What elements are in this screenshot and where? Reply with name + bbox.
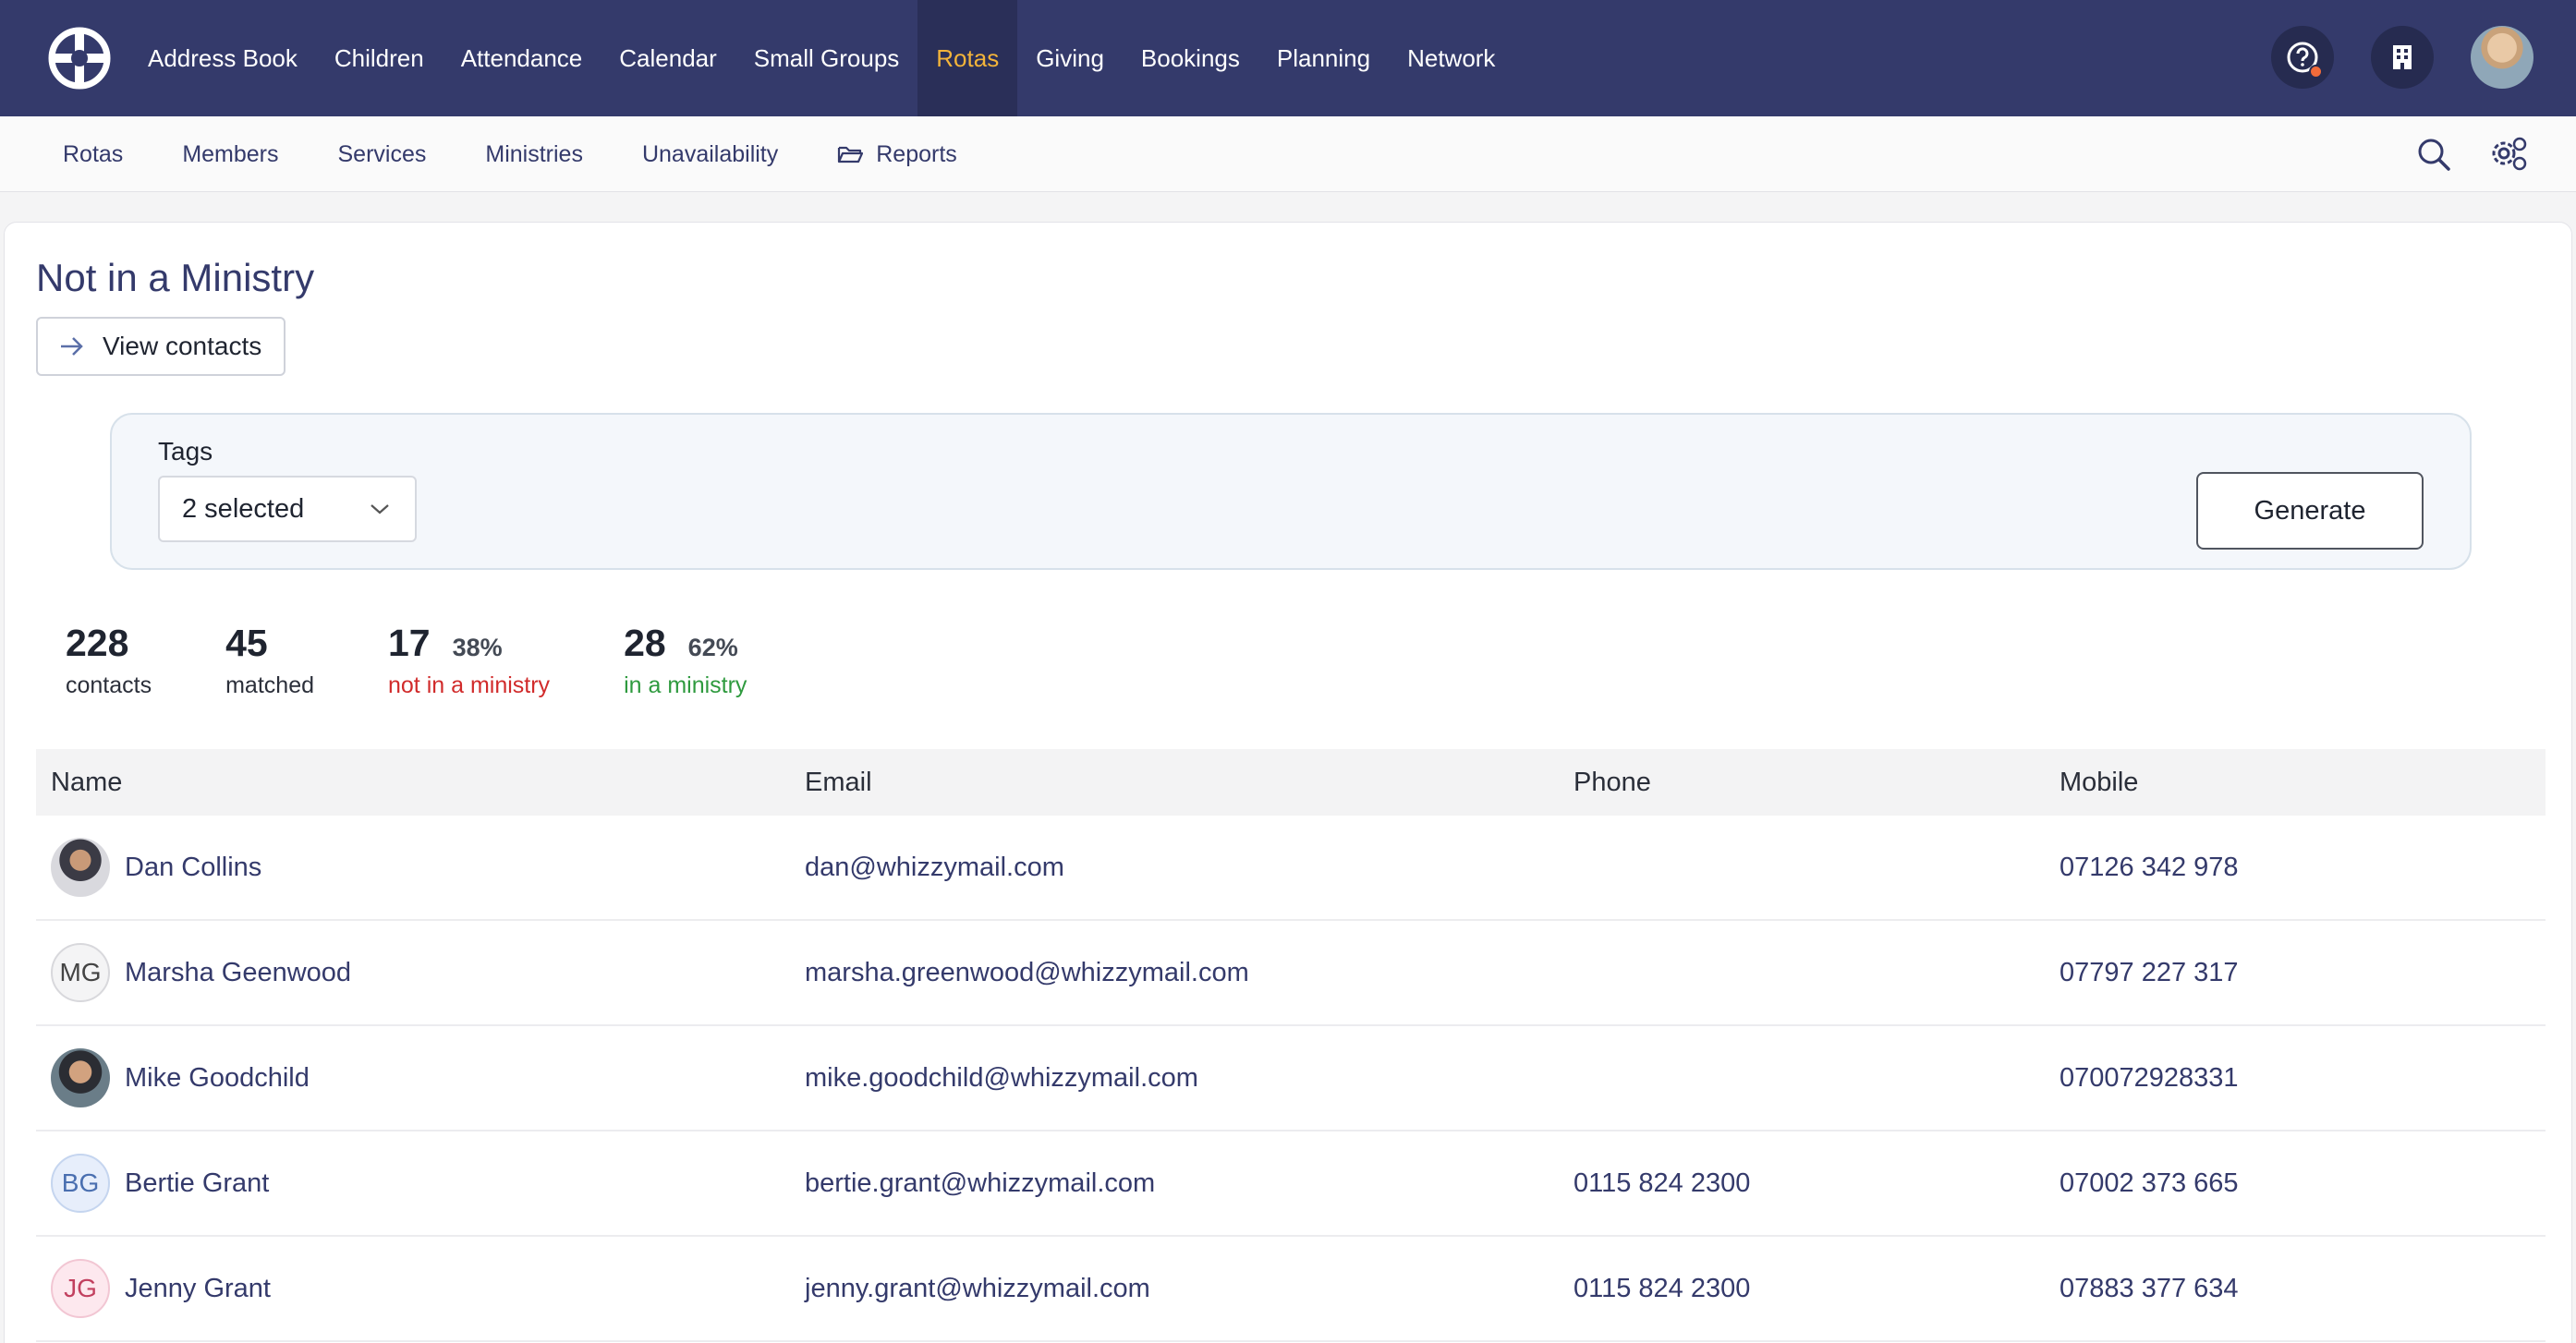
- contact-phone-link[interactable]: 0115 824 2300: [1574, 1168, 1750, 1198]
- contacts-table: Name Email Phone Mobile Dan Collins dan@…: [36, 749, 2546, 1342]
- subnav-rotas[interactable]: Rotas: [33, 141, 152, 168]
- subnav-members-label: Members: [182, 140, 279, 167]
- stat-not-in-ministry-percent: 38%: [452, 634, 503, 661]
- nav-bookings[interactable]: Bookings: [1123, 0, 1258, 116]
- contact-email-link[interactable]: marsha.greenwood@whizzymail.com: [805, 958, 1249, 987]
- contact-name-link[interactable]: Marsha Geenwood: [125, 958, 351, 988]
- view-contacts-label: View contacts: [103, 332, 262, 360]
- user-avatar[interactable]: [2471, 26, 2533, 89]
- nav-network[interactable]: Network: [1389, 0, 1513, 116]
- tags-label: Tags: [158, 437, 213, 466]
- nav-small-groups[interactable]: Small Groups: [735, 0, 918, 116]
- nav-planning[interactable]: Planning: [1258, 0, 1389, 116]
- tags-select[interactable]: 2 selected: [158, 476, 417, 542]
- subnav-unavailability-label: Unavailability: [641, 140, 779, 167]
- view-contacts-button[interactable]: View contacts: [36, 317, 286, 376]
- stat-not-in-ministry-label: not in a ministry: [388, 672, 551, 698]
- subnav-reports[interactable]: Reports: [808, 141, 987, 168]
- table-row: JG Jenny Grant jenny.grant@whizzymail.co…: [36, 1237, 2546, 1342]
- nav-giving[interactable]: Giving: [1017, 0, 1123, 116]
- subnav-ministries-label: Ministries: [485, 140, 583, 167]
- arrow-right-icon: [61, 337, 83, 356]
- building-icon: [2393, 45, 2412, 69]
- avatar: [51, 838, 110, 897]
- contact-name-link[interactable]: Jenny Grant: [125, 1274, 271, 1304]
- organisation-button[interactable]: [2371, 26, 2434, 89]
- sub-nav: Rotas Members Services Ministries Unavai…: [33, 116, 987, 192]
- tags-select-value: 2 selected: [182, 493, 305, 524]
- contact-mobile-link[interactable]: 070072928331: [2060, 1063, 2239, 1093]
- table-row: MG Marsha Geenwood marsha.greenwood@whiz…: [36, 921, 2546, 1026]
- subnav-unavailability[interactable]: Unavailability: [613, 141, 808, 168]
- generate-button[interactable]: Generate: [2196, 472, 2424, 550]
- nav-children[interactable]: Children: [316, 0, 443, 116]
- sub-nav-actions: [2413, 133, 2530, 175]
- contact-phone-link[interactable]: 0115 824 2300: [1574, 1274, 1750, 1303]
- contact-name-link[interactable]: Bertie Grant: [125, 1168, 269, 1199]
- contact-name-link[interactable]: Dan Collins: [125, 853, 261, 883]
- stat-contacts-label: contacts: [66, 672, 152, 698]
- main-nav: Address Book Children Attendance Calenda…: [129, 0, 1513, 116]
- search-icon[interactable]: [2413, 134, 2454, 175]
- table-row: BG Bertie Grant bertie.grant@whizzymail.…: [36, 1131, 2546, 1237]
- contact-name-link[interactable]: Mike Goodchild: [125, 1063, 310, 1094]
- stat-contacts-value: 228: [66, 622, 129, 664]
- subnav-members[interactable]: Members: [152, 141, 308, 168]
- stat-in-ministry: 28 62% in a ministry: [624, 622, 747, 699]
- table-row: Dan Collins dan@whizzymail.com 07126 342…: [36, 816, 2546, 921]
- nav-address-book[interactable]: Address Book: [129, 0, 316, 116]
- nav-rotas[interactable]: Rotas: [917, 0, 1018, 116]
- contact-mobile-link[interactable]: 07797 227 317: [2060, 958, 2239, 987]
- help-button[interactable]: [2271, 26, 2334, 89]
- stat-in-ministry-percent: 62%: [687, 634, 738, 661]
- top-right-actions: [2271, 26, 2533, 89]
- column-header-email[interactable]: Email: [805, 768, 1574, 798]
- top-navigation-bar: Address Book Children Attendance Calenda…: [0, 0, 2576, 116]
- stat-in-ministry-value: 28: [624, 622, 666, 664]
- stat-in-ministry-label: in a ministry: [624, 672, 747, 698]
- report-card: Not in a Ministry View contacts Tags 2 s…: [4, 222, 2572, 1343]
- sub-navigation-bar: Rotas Members Services Ministries Unavai…: [0, 116, 2576, 192]
- stat-contacts: 228 contacts: [66, 622, 152, 699]
- column-header-phone[interactable]: Phone: [1574, 768, 2060, 798]
- notification-dot: [2309, 65, 2323, 79]
- subnav-ministries[interactable]: Ministries: [456, 141, 613, 168]
- avatar: BG: [51, 1154, 110, 1213]
- column-header-mobile[interactable]: Mobile: [2060, 768, 2546, 798]
- nav-calendar[interactable]: Calendar: [601, 0, 735, 116]
- contact-email-link[interactable]: bertie.grant@whizzymail.com: [805, 1168, 1155, 1198]
- contact-mobile-link[interactable]: 07002 373 665: [2060, 1168, 2239, 1198]
- avatar: MG: [51, 943, 110, 1002]
- contact-email-link[interactable]: dan@whizzymail.com: [805, 853, 1064, 882]
- contact-mobile-link[interactable]: 07126 342 978: [2060, 853, 2239, 882]
- stat-matched: 45 matched: [225, 622, 314, 699]
- avatar: [51, 1048, 110, 1107]
- subnav-reports-label: Reports: [876, 140, 957, 167]
- page-title: Not in a Ministry: [36, 256, 315, 299]
- contact-email-link[interactable]: jenny.grant@whizzymail.com: [805, 1274, 1150, 1303]
- subnav-services[interactable]: Services: [309, 141, 456, 168]
- subnav-services-label: Services: [337, 140, 427, 167]
- stat-not-in-ministry-value: 17: [388, 622, 431, 664]
- contact-mobile-link[interactable]: 07883 377 634: [2060, 1274, 2239, 1303]
- app-logo-icon[interactable]: [48, 27, 111, 90]
- nav-attendance[interactable]: Attendance: [443, 0, 601, 116]
- chevron-down-icon: [371, 504, 389, 514]
- stat-not-in-ministry: 17 38% not in a ministry: [388, 622, 550, 699]
- stat-matched-value: 45: [225, 622, 268, 664]
- subnav-rotas-label: Rotas: [63, 140, 124, 167]
- folder-icon: [838, 146, 864, 163]
- stats-summary: 228 contacts 45 matched 17 38% not in a m…: [66, 622, 820, 699]
- filter-panel: Tags 2 selected Generate: [110, 413, 2472, 570]
- avatar: JG: [51, 1259, 110, 1318]
- table-header: Name Email Phone Mobile: [36, 749, 2546, 816]
- settings-icon[interactable]: [2487, 133, 2530, 175]
- column-header-name[interactable]: Name: [36, 768, 805, 798]
- table-row: Mike Goodchild mike.goodchild@whizzymail…: [36, 1026, 2546, 1131]
- contact-email-link[interactable]: mike.goodchild@whizzymail.com: [805, 1063, 1198, 1093]
- stat-matched-label: matched: [225, 672, 314, 698]
